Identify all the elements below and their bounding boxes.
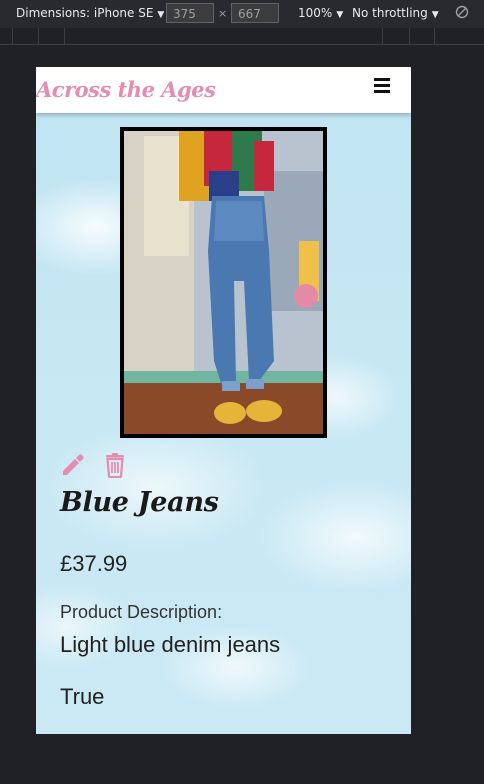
zoom-dropdown[interactable]: 100% ▼: [298, 6, 343, 20]
rotate-icon[interactable]: [455, 5, 469, 19]
description-label: Product Description:: [60, 602, 223, 622]
dimensions-label: Dimensions: iPhone SE: [16, 6, 154, 20]
chevron-down-icon: ▼: [336, 10, 344, 20]
devtools-toolbar: Dimensions: iPhone SE ▼ 375 × 667 100% ▼ N…: [0, 0, 484, 28]
chevron-down-icon: ▼: [431, 10, 439, 20]
product-flag-value: True: [60, 684, 105, 709]
width-input[interactable]: 375: [166, 3, 214, 23]
zoom-label: 100%: [298, 6, 333, 20]
product-photo: [124, 131, 323, 434]
chevron-down-icon: ▼: [157, 10, 165, 20]
times-separator: ×: [218, 7, 228, 20]
dimensions-dropdown[interactable]: Dimensions: iPhone SE ▼: [16, 6, 164, 20]
trash-icon[interactable]: [104, 452, 126, 478]
device-viewport: Across the Ages Blue Jeans £37.99 Produc…: [36, 67, 411, 734]
throttle-dropdown[interactable]: No throttling ▼: [352, 6, 439, 20]
hamburger-icon[interactable]: [374, 77, 390, 93]
product-description: Light blue denim jeans: [60, 632, 281, 657]
pencil-icon[interactable]: [60, 452, 86, 478]
height-input[interactable]: 667: [231, 3, 279, 23]
product-image: [120, 127, 327, 438]
throttle-label: No throttling: [352, 6, 428, 20]
brand-logo[interactable]: Across the Ages: [36, 77, 216, 102]
media-query-ruler: [0, 28, 484, 45]
product-title: Blue Jeans: [60, 487, 219, 518]
navbar: Across the Ages: [36, 67, 411, 113]
product-price: £37.99: [60, 551, 128, 576]
